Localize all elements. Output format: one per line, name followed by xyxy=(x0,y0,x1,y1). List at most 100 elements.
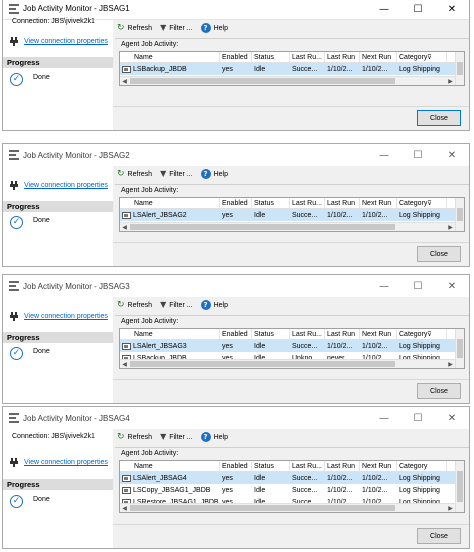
scroll-right-arrow-icon[interactable]: ▶ xyxy=(446,223,455,232)
vertical-scroll-thumb[interactable] xyxy=(457,339,463,358)
title-bar[interactable]: Job Activity Monitor - JBSAG4 — ☐ ✕ xyxy=(3,407,469,429)
close-window-button[interactable]: ✕ xyxy=(435,407,469,429)
column-header[interactable]: Last Ru... xyxy=(290,198,325,208)
maximize-button[interactable]: ☐ xyxy=(401,275,435,297)
column-header[interactable]: Category ⊽ xyxy=(397,198,447,208)
filter-button[interactable]: ▼ Filter ... xyxy=(160,433,193,441)
close-button[interactable]: Close xyxy=(417,110,461,126)
column-header[interactable]: Name xyxy=(132,198,220,208)
column-filter-icon[interactable]: ⊽ xyxy=(427,331,431,338)
view-connection-properties-link[interactable]: View connection properties xyxy=(24,182,108,189)
minimize-button[interactable]: — xyxy=(367,275,401,297)
column-header[interactable]: Enabled xyxy=(220,329,252,339)
column-header[interactable]: Name xyxy=(132,461,220,471)
job-row[interactable]: LSAlert_JBSAG2 yes Idle Succe... 1/10/2... 1/… xyxy=(120,209,455,221)
job-grid[interactable]: Name Enabled Status Last Ru... Last Run Next … xyxy=(119,460,465,513)
column-header[interactable]: Name xyxy=(132,52,220,62)
refresh-button[interactable]: ↻ Refresh xyxy=(117,300,152,310)
view-connection-properties-link[interactable]: View connection properties xyxy=(24,38,108,45)
job-row[interactable]: LSAlert_JBSAG3 yes Idle Succe... 1/10/2... 1/… xyxy=(120,340,455,352)
minimize-button[interactable]: — xyxy=(367,407,401,429)
horizontal-scrollbar[interactable]: ◀ ▶ xyxy=(120,76,455,85)
help-button[interactable]: ? Help xyxy=(200,23,228,33)
title-bar[interactable]: Job Activity Monitor - JBSAG2 — ☐ ✕ xyxy=(3,144,469,166)
refresh-button[interactable]: ↻ Refresh xyxy=(117,169,152,179)
job-row[interactable]: LSCopy_JBSAG1_JBDB yes Idle Succe... 1/10/2.… xyxy=(120,484,455,496)
vertical-scroll-thumb[interactable] xyxy=(457,471,463,502)
minimize-button[interactable]: — xyxy=(367,144,401,166)
vertical-scrollbar[interactable] xyxy=(455,329,464,368)
maximize-button[interactable]: ☐ xyxy=(401,0,435,20)
view-connection-properties-link[interactable]: View connection properties xyxy=(24,313,108,320)
scroll-right-arrow-icon[interactable]: ▶ xyxy=(446,77,455,86)
job-row[interactable]: LSBackup_JBDB yes Idle Succe... 1/10/2... 1/1… xyxy=(120,63,455,75)
close-window-button[interactable]: ✕ xyxy=(435,0,469,20)
vertical-scroll-thumb[interactable] xyxy=(457,62,463,75)
horizontal-scroll-thumb[interactable] xyxy=(130,361,395,367)
close-window-button[interactable]: ✕ xyxy=(435,144,469,166)
job-row[interactable]: LSAlert_JBSAG4 yes Idle Succe... 1/10/2... 1/… xyxy=(120,472,455,484)
column-header[interactable]: Enabled xyxy=(220,198,252,208)
column-header[interactable]: Last Run xyxy=(325,461,360,471)
filter-button[interactable]: ▼ Filter ... xyxy=(160,24,193,32)
column-header[interactable]: Last Run xyxy=(325,198,360,208)
scroll-left-arrow-icon[interactable]: ◀ xyxy=(120,360,129,369)
column-header[interactable]: Status xyxy=(252,52,290,62)
scroll-right-arrow-icon[interactable]: ▶ xyxy=(446,504,455,513)
close-button[interactable]: Close xyxy=(417,383,461,399)
job-grid[interactable]: Name Enabled Status Last Ru... Last Run Next … xyxy=(119,197,465,232)
title-bar[interactable]: Job Activity Monitor - JBSAG3 — ☐ ✕ xyxy=(3,275,469,297)
scroll-left-arrow-icon[interactable]: ◀ xyxy=(120,223,129,232)
minimize-button[interactable]: — xyxy=(367,0,401,20)
job-grid[interactable]: Name Enabled Status Last Ru... Last Run Next … xyxy=(119,328,465,369)
column-filter-icon[interactable]: ⊽ xyxy=(427,200,431,207)
column-header[interactable]: Last Ru... xyxy=(290,461,325,471)
column-header[interactable]: Next Run xyxy=(360,461,397,471)
scroll-left-arrow-icon[interactable]: ◀ xyxy=(120,504,129,513)
close-button[interactable]: Close xyxy=(417,246,461,262)
filter-button[interactable]: ▼ Filter ... xyxy=(160,301,193,309)
view-connection-properties-link[interactable]: View connection properties xyxy=(24,459,108,466)
column-header[interactable]: Last Ru... xyxy=(290,329,325,339)
refresh-button[interactable]: ↻ Refresh xyxy=(117,23,152,33)
column-header[interactable]: Category ⊽ xyxy=(397,52,447,62)
maximize-button[interactable]: ☐ xyxy=(401,144,435,166)
column-header[interactable]: Next Run xyxy=(360,52,397,62)
column-header[interactable]: Status xyxy=(252,329,290,339)
horizontal-scrollbar[interactable]: ◀ ▶ xyxy=(120,222,455,231)
help-button[interactable]: ? Help xyxy=(200,432,228,442)
help-button[interactable]: ? Help xyxy=(200,300,228,310)
column-header[interactable]: Next Run xyxy=(360,198,397,208)
vertical-scrollbar[interactable] xyxy=(455,198,464,231)
column-header[interactable]: Last Run xyxy=(325,52,360,62)
column-header[interactable]: Last Ru... xyxy=(290,52,325,62)
filter-button[interactable]: ▼ Filter ... xyxy=(160,170,193,178)
refresh-button[interactable]: ↻ Refresh xyxy=(117,432,152,442)
column-header[interactable]: Next Run xyxy=(360,329,397,339)
column-header[interactable]: Name xyxy=(132,329,220,339)
column-header[interactable]: Status xyxy=(252,461,290,471)
close-button[interactable]: Close xyxy=(417,528,461,544)
column-filter-icon[interactable]: ⊽ xyxy=(427,54,431,61)
scroll-right-arrow-icon[interactable]: ▶ xyxy=(446,360,455,369)
vertical-scrollbar[interactable] xyxy=(455,461,464,512)
maximize-button[interactable]: ☐ xyxy=(401,407,435,429)
job-grid[interactable]: Name Enabled Status Last Ru... Last Run Next … xyxy=(119,51,465,86)
vertical-scroll-thumb[interactable] xyxy=(457,208,463,221)
title-bar[interactable]: Job Activity Monitor - JBSAG1 — ☐ ✕ xyxy=(3,0,469,20)
column-header[interactable]: Last Run xyxy=(325,329,360,339)
help-button[interactable]: ? Help xyxy=(200,169,228,179)
column-header[interactable]: Category ⊽ xyxy=(397,329,447,339)
column-header[interactable]: Enabled xyxy=(220,461,252,471)
close-window-button[interactable]: ✕ xyxy=(435,275,469,297)
horizontal-scroll-thumb[interactable] xyxy=(130,224,395,230)
horizontal-scrollbar[interactable]: ◀ ▶ xyxy=(120,503,455,512)
horizontal-scroll-thumb[interactable] xyxy=(130,505,395,511)
horizontal-scrollbar[interactable]: ◀ ▶ xyxy=(120,359,455,368)
scroll-left-arrow-icon[interactable]: ◀ xyxy=(120,77,129,86)
vertical-scrollbar[interactable] xyxy=(455,52,464,85)
column-header[interactable]: Category xyxy=(397,461,447,471)
horizontal-scroll-thumb[interactable] xyxy=(130,78,395,84)
column-header[interactable]: Status xyxy=(252,198,290,208)
column-header[interactable]: Enabled xyxy=(220,52,252,62)
